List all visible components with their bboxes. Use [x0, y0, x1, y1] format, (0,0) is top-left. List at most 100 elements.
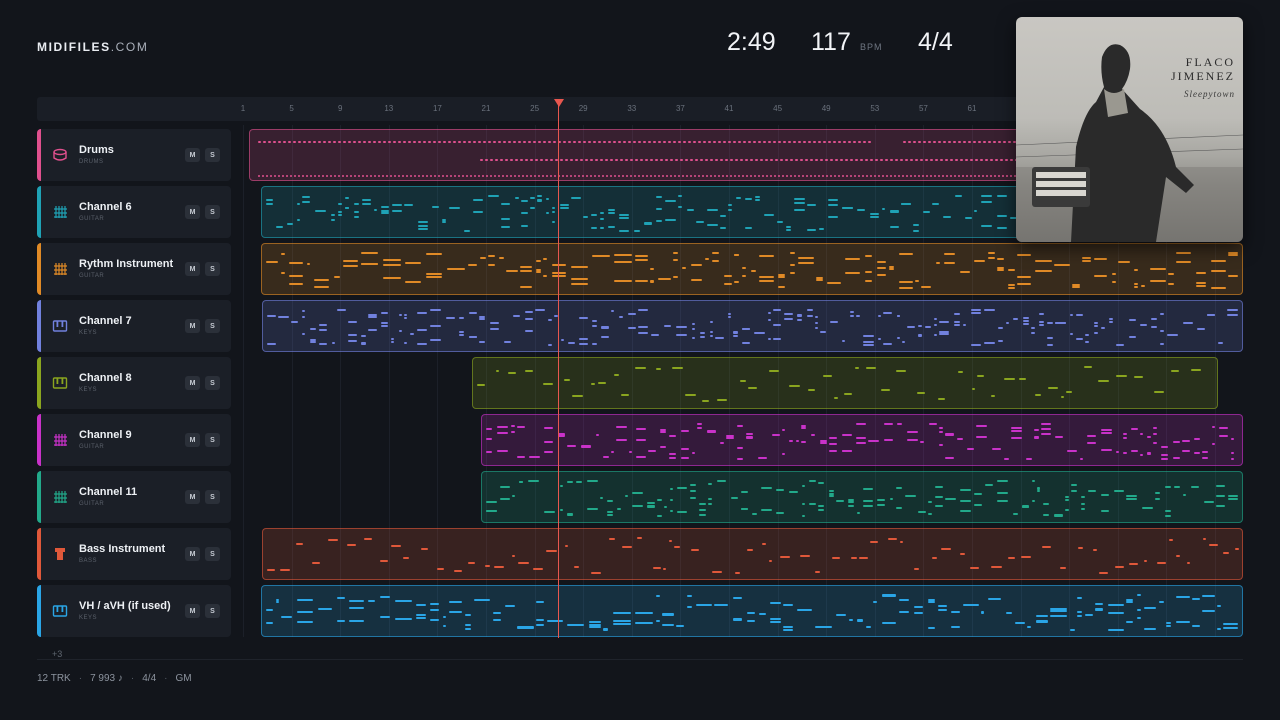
midi-note	[505, 159, 508, 161]
midi-note	[752, 513, 757, 515]
track-header[interactable]: Channel 9 GUITAR M S	[37, 414, 231, 466]
ruler-bar-number: 29	[578, 104, 588, 113]
midi-region[interactable]	[262, 300, 1243, 352]
midi-note	[653, 141, 656, 143]
solo-button[interactable]: S	[205, 319, 220, 333]
midi-note	[391, 341, 394, 343]
midi-note	[361, 263, 378, 265]
mute-button[interactable]: M	[185, 148, 200, 162]
mute-button[interactable]: M	[185, 262, 200, 276]
solo-button[interactable]: S	[205, 376, 220, 390]
track-header[interactable]: Channel 6 GUITAR M S	[37, 186, 231, 238]
midi-note	[590, 175, 592, 177]
midi-note	[1077, 615, 1082, 617]
midi-note	[1085, 334, 1089, 336]
midi-note	[674, 546, 680, 548]
more-tracks-indicator[interactable]: +3	[52, 649, 62, 659]
song-duration: 2:49	[727, 28, 776, 56]
midi-note	[802, 175, 804, 177]
midi-note	[565, 545, 568, 547]
midi-note	[1126, 599, 1133, 601]
midi-note	[654, 175, 656, 177]
track-header[interactable]: Bass Instrument BASS M S	[37, 528, 231, 580]
midi-note	[543, 383, 553, 385]
solo-button[interactable]: S	[205, 433, 220, 447]
midi-note	[508, 141, 511, 143]
solo-button[interactable]: S	[205, 547, 220, 561]
midi-region[interactable]	[481, 414, 1243, 466]
midi-note	[1101, 432, 1112, 434]
mute-button[interactable]: M	[185, 433, 200, 447]
midi-note	[913, 230, 919, 232]
midi-note	[934, 318, 937, 320]
midi-note	[862, 175, 864, 177]
midi-note	[728, 204, 732, 206]
midi-note	[676, 326, 687, 328]
midi-note	[630, 175, 632, 177]
midi-note	[786, 229, 791, 231]
track-type: GUITAR	[79, 273, 105, 279]
solo-button[interactable]: S	[205, 262, 220, 276]
mute-button[interactable]: M	[185, 490, 200, 504]
track-color-stripe	[37, 243, 41, 295]
mute-button[interactable]: M	[185, 547, 200, 561]
midi-note	[664, 506, 667, 508]
midi-note	[754, 175, 756, 177]
midi-note	[1031, 327, 1035, 329]
midi-note	[1166, 622, 1171, 624]
midi-note	[884, 423, 893, 425]
track-header[interactable]: Rythm Instrument GUITAR M S	[37, 243, 231, 295]
mute-button[interactable]: M	[185, 205, 200, 219]
midi-note	[1017, 254, 1031, 256]
playhead[interactable]	[558, 100, 559, 638]
midi-region[interactable]	[472, 357, 1218, 409]
midi-note	[728, 316, 731, 318]
midi-note	[399, 330, 402, 332]
playhead-handle[interactable]	[554, 99, 564, 107]
midi-note	[878, 175, 880, 177]
midi-note	[337, 309, 346, 311]
midi-region[interactable]	[262, 528, 1243, 580]
midi-note	[1099, 572, 1108, 574]
midi-note	[1235, 548, 1239, 550]
midi-note	[1115, 566, 1124, 568]
track-header[interactable]: VH / aVH (if used) KEYS M S	[37, 585, 231, 637]
solo-button[interactable]: S	[205, 604, 220, 618]
midi-note	[846, 175, 848, 177]
midi-region[interactable]	[261, 243, 1243, 295]
midi-note	[882, 622, 896, 624]
midi-note	[815, 316, 818, 318]
midi-note	[533, 141, 536, 143]
midi-region[interactable]	[261, 585, 1243, 637]
midi-note	[488, 195, 499, 197]
midi-note	[422, 175, 424, 177]
midi-note	[535, 309, 545, 311]
track-header[interactable]: Drums DRUMS M S	[37, 129, 231, 181]
mute-button[interactable]: M	[185, 604, 200, 618]
midi-note	[465, 628, 471, 630]
midi-note	[515, 159, 518, 161]
midi-note	[628, 141, 631, 143]
midi-note	[611, 451, 614, 453]
midi-note	[918, 325, 922, 327]
track-header[interactable]: Channel 11 GUITAR M S	[37, 471, 231, 523]
mute-button[interactable]: M	[185, 376, 200, 390]
midi-note	[798, 175, 800, 177]
track-header[interactable]: Channel 7 KEYS M S	[37, 300, 231, 352]
midi-note	[1087, 442, 1096, 444]
midi-note	[857, 512, 860, 514]
track-header[interactable]: Channel 8 KEYS M S	[37, 357, 231, 409]
midi-note	[403, 557, 409, 559]
midi-note	[536, 601, 544, 603]
solo-button[interactable]: S	[205, 148, 220, 162]
mute-button[interactable]: M	[185, 319, 200, 333]
midi-note	[343, 265, 358, 267]
midi-note	[552, 221, 555, 223]
midi-note	[1153, 442, 1157, 444]
midi-note	[730, 159, 733, 161]
solo-button[interactable]: S	[205, 490, 220, 504]
midi-region[interactable]	[481, 471, 1243, 523]
solo-button[interactable]: S	[205, 205, 220, 219]
midi-note	[1219, 427, 1228, 429]
midi-note	[1023, 320, 1029, 322]
